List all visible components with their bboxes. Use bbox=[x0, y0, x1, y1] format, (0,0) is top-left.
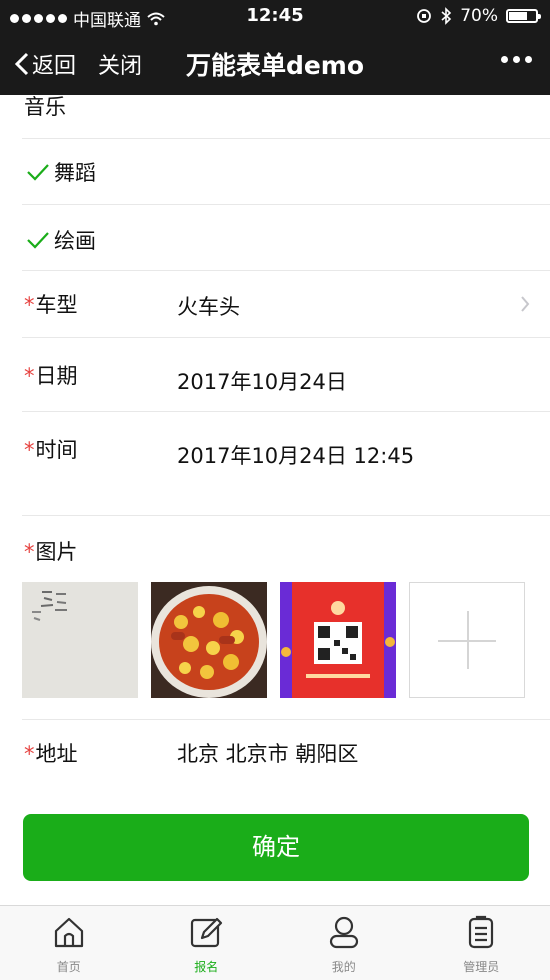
status-right: 70% bbox=[416, 6, 541, 26]
battery-percent: 70% bbox=[460, 6, 498, 26]
uploaded-image-2[interactable] bbox=[151, 582, 267, 698]
bluetooth-icon bbox=[441, 7, 452, 25]
option-label: 舞蹈 bbox=[54, 161, 96, 185]
date-label: *日期 bbox=[24, 360, 78, 390]
required-mark: * bbox=[24, 742, 35, 766]
status-bar: 中国联通 12:45 70% bbox=[0, 0, 550, 32]
battery-icon bbox=[506, 9, 541, 23]
date-value: 2017年10月24日 bbox=[177, 370, 347, 394]
label-text: 日期 bbox=[35, 364, 78, 388]
page-title: 万能表单demo bbox=[185, 51, 365, 80]
image-uploader bbox=[22, 582, 525, 698]
orientation-lock-icon bbox=[417, 9, 432, 23]
home-icon bbox=[54, 917, 83, 948]
clipboard-icon bbox=[469, 915, 494, 949]
uploaded-image-3[interactable] bbox=[280, 582, 396, 698]
tab-label: 首页 bbox=[56, 960, 81, 974]
label-text: 图片 bbox=[35, 540, 78, 564]
tab-label: 我的 bbox=[331, 960, 356, 974]
edit-icon bbox=[191, 917, 223, 948]
required-mark: * bbox=[24, 293, 35, 317]
address-row[interactable]: *地址 北京 北京市 朝阳区 bbox=[22, 720, 550, 800]
car-type-row[interactable]: *车型 火车头 bbox=[22, 271, 550, 338]
option-row-painting[interactable]: 绘画 bbox=[22, 205, 550, 271]
form-content: 音乐 舞蹈 绘画 *车型 火车头 *日期 2017年10月24日 *时间 201… bbox=[0, 95, 550, 905]
checkmark-icon bbox=[27, 164, 49, 181]
option-label: 绘画 bbox=[54, 229, 96, 253]
required-mark: * bbox=[24, 364, 35, 388]
label-text: 车型 bbox=[35, 293, 78, 317]
time-value: 2017年10月24日 12:45 bbox=[177, 444, 415, 468]
option-row-music[interactable]: 音乐 bbox=[22, 95, 550, 139]
tab-home[interactable]: 首页 bbox=[0, 906, 138, 980]
chevron-right-icon bbox=[521, 296, 530, 312]
tab-label: 管理员 bbox=[463, 960, 500, 974]
required-mark: * bbox=[24, 438, 35, 462]
confirm-button[interactable]: 确定 bbox=[23, 814, 529, 881]
battery-level bbox=[509, 12, 528, 20]
option-row-dance[interactable]: 舞蹈 bbox=[22, 139, 550, 205]
nav-bar: 返回 关闭 万能表单demo bbox=[0, 32, 550, 95]
checkmark-icon bbox=[27, 232, 49, 249]
images-label: *图片 bbox=[24, 536, 78, 566]
address-value: 北京 北京市 朝阳区 bbox=[177, 742, 359, 766]
tab-mine[interactable]: 我的 bbox=[275, 906, 413, 980]
time-row[interactable]: *时间 2017年10月24日 12:45 bbox=[22, 412, 550, 516]
tab-bar: 首页 报名 我的 管理员 bbox=[0, 905, 550, 980]
address-label: *地址 bbox=[24, 738, 78, 768]
car-type-value: 火车头 bbox=[177, 295, 240, 319]
tab-label: 报名 bbox=[194, 960, 219, 974]
user-icon bbox=[329, 916, 358, 949]
label-text: 时间 bbox=[35, 438, 78, 462]
date-row[interactable]: *日期 2017年10月24日 bbox=[22, 338, 550, 412]
more-dots-icon[interactable] bbox=[501, 56, 532, 63]
option-label: 音乐 bbox=[24, 95, 66, 119]
car-type-label: *车型 bbox=[24, 289, 78, 319]
required-mark: * bbox=[24, 540, 35, 564]
uploaded-image-1[interactable] bbox=[22, 582, 138, 698]
time-label: *时间 bbox=[24, 434, 78, 464]
label-text: 地址 bbox=[35, 742, 78, 766]
tab-admin[interactable]: 管理员 bbox=[413, 906, 550, 980]
add-image-button[interactable] bbox=[409, 582, 525, 698]
tab-signup[interactable]: 报名 bbox=[138, 906, 276, 980]
